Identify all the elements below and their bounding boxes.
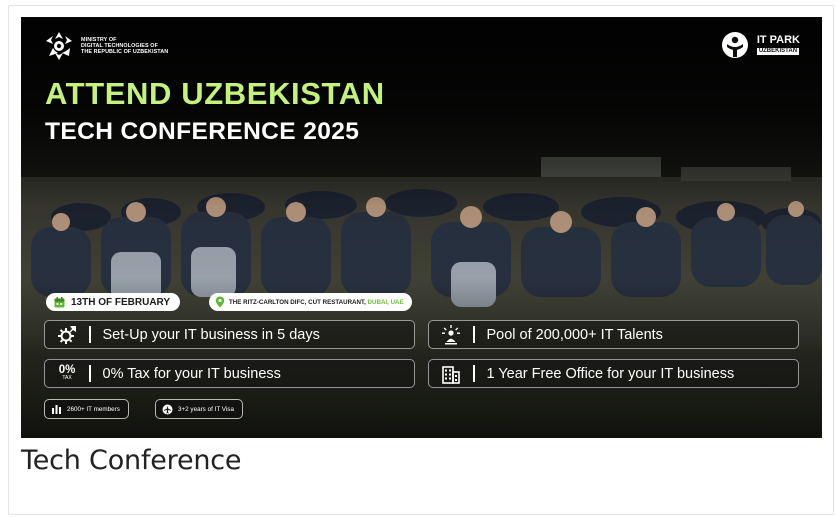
ministry-name: MINISTRY OF DIGITAL TECHNOLOGIES OF THE …: [81, 36, 169, 56]
it-park-logo-icon: [721, 32, 748, 58]
feature-office: 1 Year Free Office for your IT business: [428, 359, 799, 388]
feature-tax-label: 0% Tax for your IT business: [102, 365, 281, 382]
members-badge: 2600+ IT members: [44, 399, 129, 419]
venue-badge: THE RITZ-CARLTON DIFC, CUT RESTAURANT, D…: [209, 293, 412, 311]
ministry-emblem-icon: [46, 32, 72, 60]
venue-city: DUBAI, UAE: [367, 298, 404, 306]
headline-line-2: TECH CONFERENCE 2025: [45, 118, 360, 145]
feature-office-label: 1 Year Free Office for your IT business: [486, 365, 735, 382]
it-park-country: UZBEKISTAN: [756, 48, 800, 55]
feature-talents-label: Pool of 200,000+ IT Talents: [486, 326, 663, 343]
post-caption: Tech Conference: [21, 445, 242, 476]
it-park-name: IT PARK: [756, 34, 800, 46]
it-park-logo: IT PARK UZBEKISTAN: [720, 31, 800, 59]
visa-label: 3+2 years of IT Visa: [178, 405, 234, 413]
gear-rocket-icon: [58, 325, 76, 344]
ministry-logo: MINISTRY OF DIGITAL TECHNOLOGIES OF THE …: [45, 31, 168, 61]
plane-icon: [162, 404, 173, 414]
venue-name: THE RITZ-CARLTON DIFC, CUT RESTAURANT,: [229, 298, 366, 306]
location-pin-icon: [215, 296, 225, 308]
feature-talents: Pool of 200,000+ IT Talents: [428, 320, 799, 349]
office-building-icon: [442, 365, 460, 384]
conference-banner-image[interactable]: MINISTRY OF DIGITAL TECHNOLOGIES OF THE …: [21, 17, 822, 438]
event-date: 13TH OF FEBRUARY: [71, 296, 171, 308]
talent-person-icon: [442, 324, 460, 344]
event-venue: THE RITZ-CARLTON DIFC, CUT RESTAURANT, D…: [229, 299, 404, 306]
date-badge: 13TH OF FEBRUARY: [46, 293, 181, 311]
visa-badge: 3+2 years of IT Visa: [155, 399, 243, 419]
feature-setup: Set-Up your IT business in 5 days: [44, 320, 415, 349]
headline-line-1: ATTEND UZBEKISTAN: [45, 76, 385, 111]
members-label: 2600+ IT members: [67, 405, 120, 413]
members-icon: [52, 405, 61, 414]
tax-icon-caption: TAX: [62, 375, 72, 381]
tax-icon: 0% TAX: [58, 364, 76, 381]
feature-tax: 0% TAX 0% Tax for your IT business: [44, 359, 415, 388]
feature-setup-label: Set-Up your IT business in 5 days: [102, 326, 320, 343]
calendar-icon: [54, 296, 65, 307]
tax-icon-value: 0%: [58, 364, 76, 376]
